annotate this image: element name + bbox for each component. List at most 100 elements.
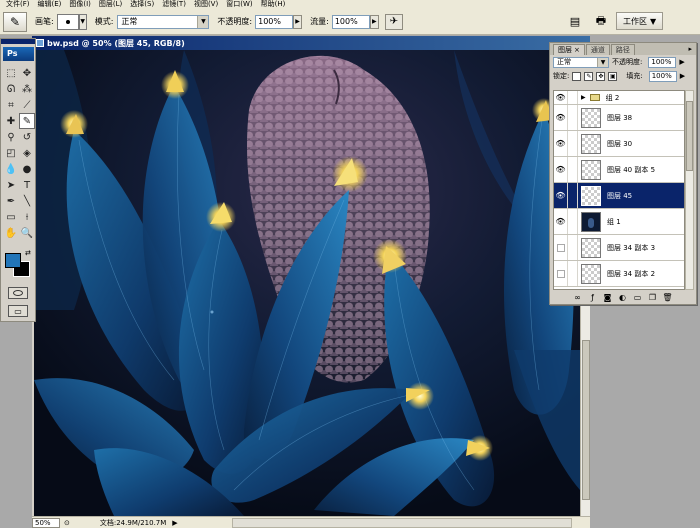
brush-preset-picker[interactable] <box>56 13 79 30</box>
menu-layer[interactable]: 图层(L) <box>95 0 126 9</box>
visibility-toggle-empty[interactable] <box>554 261 568 286</box>
tool-palette-titlebar[interactable] <box>1 39 35 44</box>
layer-link-slot[interactable] <box>568 261 578 286</box>
chevron-right-icon[interactable]: ▶ <box>680 72 685 80</box>
layer-row[interactable]: 图层 34 副本 2 <box>554 261 684 287</box>
move-tool-icon[interactable]: ✥ <box>19 65 35 81</box>
file-browser-icon[interactable]: 🖶 <box>592 12 610 30</box>
opacity-slider-button[interactable]: ▶ <box>293 14 303 29</box>
slice-tool-icon[interactable]: ⟋ <box>19 97 35 113</box>
opacity-input[interactable]: 100% <box>255 14 294 29</box>
crop-tool-icon[interactable]: ⌗ <box>3 97 19 113</box>
palette-well-icon[interactable]: ▤ <box>566 12 584 30</box>
layer-row[interactable]: 👁 ▶ 组 2 <box>554 91 684 105</box>
menu-edit[interactable]: 编辑(E) <box>34 0 66 9</box>
layer-row[interactable]: 👁 组 1 <box>554 209 684 235</box>
marquee-tool-icon[interactable]: ⬚ <box>3 65 19 81</box>
layer-opacity-input[interactable]: 100% <box>648 56 677 68</box>
path-selection-tool-icon[interactable]: ➤ <box>3 177 19 193</box>
dodge-tool-icon[interactable]: ● <box>19 161 35 177</box>
menu-view[interactable]: 视图(V) <box>190 0 222 9</box>
blur-tool-icon[interactable]: 💧 <box>3 161 19 177</box>
flow-input[interactable]: 100% <box>331 14 370 29</box>
new-layer-icon[interactable]: ❐ <box>648 293 657 302</box>
eye-icon[interactable]: 👁 <box>554 91 568 104</box>
layer-link-slot[interactable] <box>568 157 578 182</box>
visibility-toggle-empty[interactable] <box>554 235 568 260</box>
layer-row[interactable]: 图层 34 副本 3 <box>554 235 684 261</box>
eye-icon[interactable]: 👁 <box>554 131 568 156</box>
layer-row[interactable]: 👁 图层 40 副本 5 <box>554 157 684 183</box>
workspace-button[interactable]: 工作区 ▼ <box>616 12 664 30</box>
layer-link-slot[interactable] <box>568 183 578 208</box>
layer-row-selected[interactable]: 👁 图层 45 <box>554 183 684 209</box>
palette-menu-icon[interactable]: ▸ <box>688 45 692 53</box>
document-title-bar[interactable]: bw.psd @ 50% (图层 45, RGB/8) <box>32 36 590 50</box>
eraser-tool-icon[interactable]: ◰ <box>3 145 19 161</box>
canvas-horizontal-scrollbar[interactable] <box>232 518 572 528</box>
type-tool-icon[interactable]: T <box>19 177 35 193</box>
eye-icon[interactable]: 👁 <box>554 105 568 130</box>
menu-image[interactable]: 图像(I) <box>65 0 95 9</box>
lock-pixels-icon[interactable]: ✎ <box>584 71 594 81</box>
clone-stamp-tool-icon[interactable]: ⚲ <box>3 129 19 145</box>
zoom-tool-icon[interactable]: 🔍 <box>19 225 35 241</box>
eye-icon[interactable]: 👁 <box>554 183 568 208</box>
layer-link-slot[interactable] <box>568 209 578 234</box>
zoom-navigator-icon[interactable]: ⊙ <box>64 519 70 527</box>
shape-tool-icon[interactable]: ╲ <box>19 193 35 209</box>
tab-paths[interactable]: 路径 <box>610 44 635 55</box>
airbrush-toggle[interactable]: ✈ <box>384 13 403 30</box>
canvas-scroll-thumb[interactable] <box>582 340 590 500</box>
tool-preset-picker[interactable]: ✎ <box>3 11 27 32</box>
fill-input[interactable]: 100% <box>648 70 677 82</box>
new-group-icon[interactable]: ▭ <box>633 293 642 302</box>
layer-row[interactable]: 👁 图层 30 <box>554 131 684 157</box>
layer-list-scroll-thumb[interactable] <box>686 101 693 171</box>
lock-all-icon[interactable]: ▣ <box>608 71 618 81</box>
eye-icon[interactable]: 👁 <box>554 209 568 234</box>
eyedropper-tool-icon[interactable]: ⟊ <box>19 209 35 225</box>
layer-link-slot[interactable] <box>568 105 578 130</box>
zoom-level-field[interactable]: 50% <box>32 517 60 528</box>
quick-mask-button[interactable] <box>8 287 28 299</box>
brush-dropdown-arrow[interactable]: ▼ <box>78 13 87 30</box>
menu-window[interactable]: 窗口(W) <box>222 0 256 9</box>
layer-list-scrollbar[interactable] <box>685 90 694 290</box>
menu-filter[interactable]: 滤镜(T) <box>158 0 190 9</box>
healing-brush-tool-icon[interactable]: ✚ <box>3 113 19 129</box>
photoshop-logo[interactable]: Ps <box>3 47 34 61</box>
layer-link-slot[interactable] <box>568 235 578 260</box>
layer-blend-mode-select[interactable]: 正常 ▼ <box>553 56 609 68</box>
expand-triangle-icon[interactable]: ▶ <box>581 94 586 101</box>
link-layers-icon[interactable]: ∞ <box>573 293 582 302</box>
pen-tool-icon[interactable]: ✒ <box>3 193 19 209</box>
menu-select[interactable]: 选择(S) <box>126 0 158 9</box>
menu-file[interactable]: 文件(F) <box>2 0 34 9</box>
swap-colors-icon[interactable]: ⇄ <box>25 249 33 257</box>
history-brush-tool-icon[interactable]: ↺ <box>19 129 35 145</box>
status-menu-arrow-icon[interactable]: ▶ <box>172 519 177 527</box>
image-canvas[interactable] <box>34 50 580 516</box>
chevron-right-icon[interactable]: ▶ <box>679 58 684 66</box>
layer-style-icon[interactable]: ƒ <box>588 293 597 302</box>
magic-wand-tool-icon[interactable]: ⁂ <box>19 81 35 97</box>
brush-tool-icon[interactable]: ✎ <box>19 113 35 129</box>
mode-select[interactable]: 正常 ▼ <box>117 14 210 29</box>
hand-tool-icon[interactable]: ✋ <box>3 225 19 241</box>
menu-help[interactable]: 帮助(H) <box>257 0 290 9</box>
flow-slider-button[interactable]: ▶ <box>369 14 379 29</box>
lock-position-icon[interactable]: ✥ <box>596 71 606 81</box>
eye-icon[interactable]: 👁 <box>554 157 568 182</box>
close-icon[interactable]: × <box>574 46 580 54</box>
lasso-tool-icon[interactable]: ᘏ <box>3 81 19 97</box>
tab-layers[interactable]: 图层 × <box>553 44 585 55</box>
layer-row[interactable]: 👁 图层 38 <box>554 105 684 131</box>
notes-tool-icon[interactable]: ▭ <box>3 209 19 225</box>
lock-transparency-icon[interactable] <box>572 71 582 81</box>
tab-channels[interactable]: 通道 <box>585 44 610 55</box>
adjustment-layer-icon[interactable]: ◐ <box>618 293 627 302</box>
foreground-color-swatch[interactable] <box>5 253 21 268</box>
screen-mode-button[interactable]: ▭ <box>8 305 28 317</box>
paint-bucket-tool-icon[interactable]: ◈ <box>19 145 35 161</box>
